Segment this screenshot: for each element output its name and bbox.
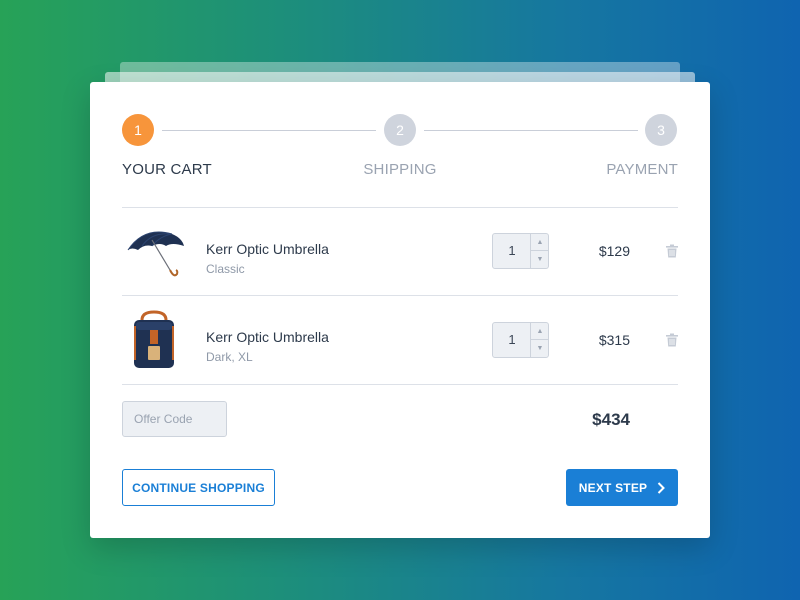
quantity-stepper: 1 ▲ ▼	[492, 322, 549, 358]
chevron-up-icon: ▲	[536, 327, 544, 335]
next-step-label: NEXT STEP	[578, 480, 648, 495]
step-3-label: PAYMENT	[606, 161, 678, 178]
quantity-stepper: 1 ▲ ▼	[492, 233, 549, 269]
step-1-label: YOUR CART	[122, 161, 212, 178]
item-name: Kerr Optic Umbrella	[206, 329, 329, 345]
step-connector	[424, 130, 638, 131]
chevron-right-icon	[657, 481, 666, 494]
quantity-increment-button[interactable]: ▲	[530, 323, 549, 340]
divider	[122, 384, 678, 385]
step-2-indicator[interactable]: 2	[384, 114, 416, 146]
chevron-down-icon: ▼	[536, 345, 544, 352]
offer-code-input[interactable]	[122, 401, 227, 437]
cart-total: $434	[592, 410, 630, 429]
quantity-value[interactable]: 1	[493, 323, 531, 357]
quantity-decrement-button[interactable]: ▼	[530, 340, 549, 357]
trash-icon[interactable]	[665, 244, 679, 258]
cart-item: Kerr Optic Umbrella Classic 1 ▲ ▼ $129	[122, 208, 678, 296]
continue-shopping-label: CONTINUE SHOPPING	[132, 480, 265, 495]
cart-card: 1 2 3 YOUR CART SHIPPING PAYMENT Kerr Op…	[90, 82, 710, 538]
chevron-down-icon: ▼	[536, 256, 544, 263]
quantity-increment-button[interactable]: ▲	[530, 234, 549, 251]
item-price: $315	[598, 332, 630, 348]
item-variant: Dark, XL	[206, 350, 253, 364]
cart-item: Kerr Optic Umbrella Dark, XL 1 ▲ ▼ $315	[122, 296, 678, 384]
item-price: $129	[598, 243, 630, 259]
step-2-label: SHIPPING	[363, 161, 437, 178]
quantity-decrement-button[interactable]: ▼	[530, 251, 549, 268]
trash-icon[interactable]	[665, 333, 679, 347]
backpack-product-image	[134, 310, 174, 368]
step-connector	[162, 130, 376, 131]
step-3-indicator[interactable]: 3	[645, 114, 677, 146]
umbrella-product-image	[127, 231, 184, 277]
continue-shopping-button[interactable]: CONTINUE SHOPPING	[122, 469, 275, 506]
item-variant: Classic	[206, 262, 245, 276]
quantity-value[interactable]: 1	[493, 234, 531, 268]
next-step-button[interactable]: NEXT STEP	[566, 469, 678, 506]
item-name: Kerr Optic Umbrella	[206, 241, 329, 257]
step-1-indicator[interactable]: 1	[122, 114, 154, 146]
chevron-up-icon: ▲	[536, 238, 544, 246]
